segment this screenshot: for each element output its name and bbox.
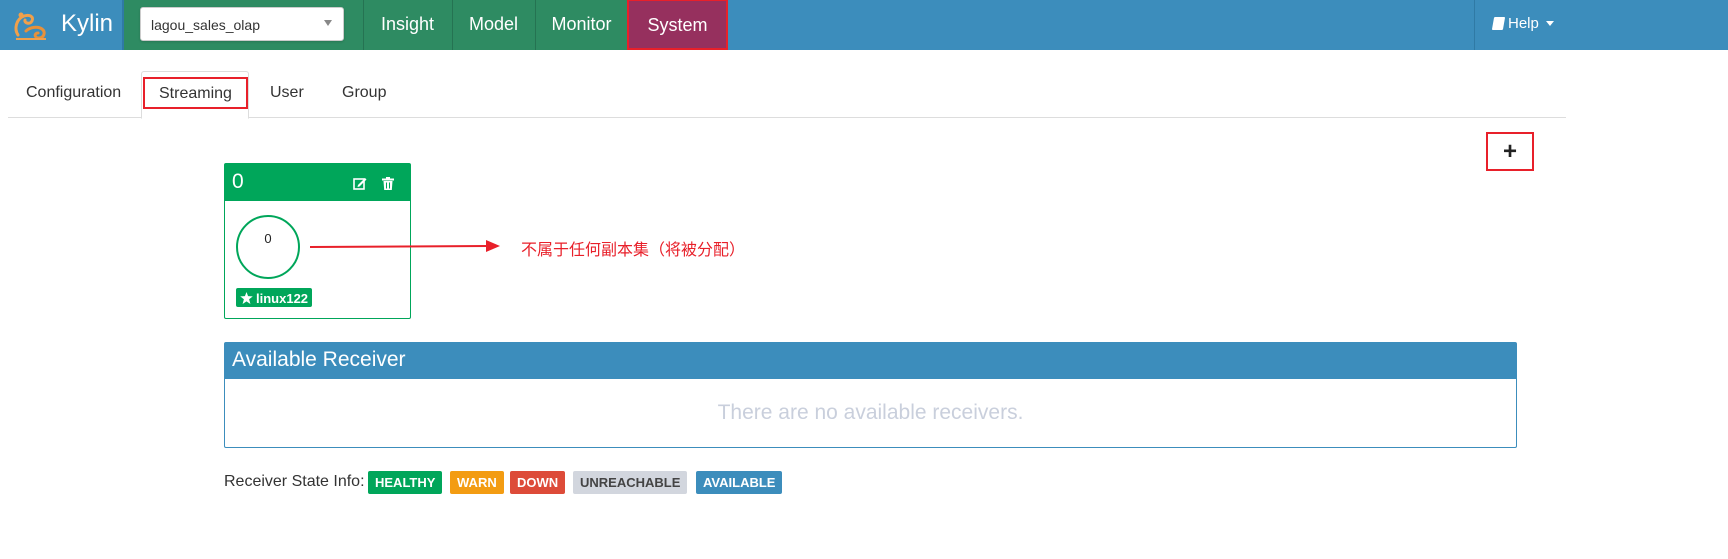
receiver-node-id: 0: [264, 231, 272, 246]
receiver-state-label: Receiver State Info:: [224, 473, 365, 490]
leader-badge: linux122: [236, 288, 313, 307]
star-icon: [240, 292, 253, 304]
trash-icon[interactable]: [382, 177, 394, 190]
empty-message: There are no available receivers.: [717, 401, 1024, 424]
help-menu[interactable]: Help: [1491, 15, 1554, 32]
nav-model[interactable]: Model: [452, 0, 535, 50]
state-badge-down: DOWN: [510, 471, 566, 494]
book-icon: [1491, 17, 1506, 30]
kylin-logo-icon: [14, 12, 46, 40]
state-badge-warn: WARN: [450, 471, 504, 494]
replica-set-id: 0: [232, 170, 244, 193]
nav-system[interactable]: System: [627, 0, 728, 50]
annotation-arrow: [309, 240, 500, 252]
state-badge-available: AVAILABLE: [696, 471, 783, 494]
project-select-value: lagou_sales_olap: [151, 17, 260, 33]
caret-down-icon: [1545, 21, 1554, 26]
available-receiver-panel: Available Receiver There are no availabl…: [224, 342, 1517, 448]
replica-set-header: 0: [225, 164, 410, 201]
tab-group[interactable]: Group: [342, 84, 386, 102]
available-receiver-header: Available Receiver: [225, 343, 1516, 379]
chevron-down-icon: [324, 20, 332, 26]
state-badge-healthy: HEALTHY: [368, 471, 443, 494]
help-label: Help: [1508, 15, 1539, 32]
edit-icon[interactable]: [353, 177, 367, 190]
add-replica-set-button[interactable]: +: [1486, 132, 1534, 171]
leader-host: linux122: [256, 290, 309, 306]
tab-user[interactable]: User: [270, 84, 304, 102]
tab-streaming[interactable]: Streaming: [141, 71, 249, 119]
tab-streaming-label: Streaming: [159, 85, 232, 102]
brand[interactable]: Kylin: [0, 0, 122, 50]
available-receiver-title: Available Receiver: [232, 348, 406, 371]
receiver-node[interactable]: 0: [236, 215, 300, 279]
divider: [1474, 0, 1475, 50]
nav-monitor[interactable]: Monitor: [535, 0, 628, 50]
tab-configuration[interactable]: Configuration: [26, 84, 121, 102]
brand-name: Kylin: [61, 10, 114, 37]
annotation-text: 不属于任何副本集（将被分配）: [521, 240, 746, 259]
plus-icon: +: [1503, 138, 1518, 165]
state-badge-unreachable: UNREACHABLE: [573, 471, 688, 494]
project-select[interactable]: lagou_sales_olap: [140, 7, 344, 41]
nav-insight[interactable]: Insight: [363, 0, 452, 50]
top-navbar: Kylin lagou_sales_olap Insight Model Mon…: [0, 0, 1728, 50]
